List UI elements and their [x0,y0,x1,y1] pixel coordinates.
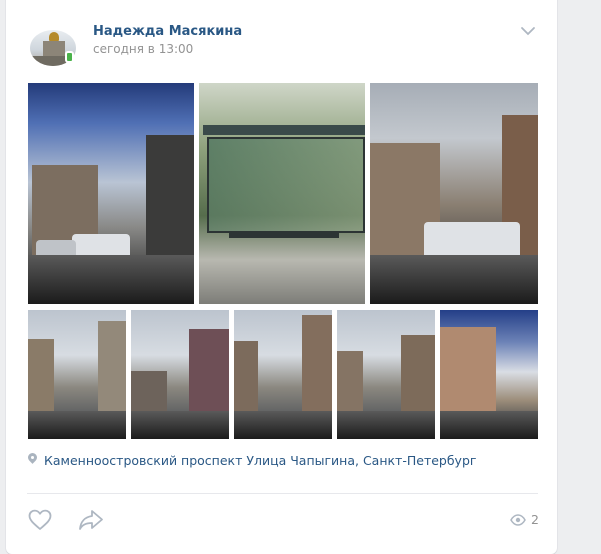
location-text[interactable]: Каменноостровский проспект Улица Чапыгин… [44,453,476,468]
photo-building [146,135,194,256]
photo-road [370,255,538,304]
photo-2[interactable] [199,83,365,304]
views-counter: 2 [510,512,539,527]
photo-bench [229,233,339,238]
photo-shelter-roof [203,125,365,135]
photo-building [401,334,435,411]
photo-road [337,410,435,439]
photo-road [28,410,126,439]
photo-road [28,255,194,304]
photo-4[interactable] [28,310,126,439]
photo-7[interactable] [337,310,435,439]
share-arrow-icon [79,510,103,530]
avatar-building [43,41,65,57]
photo-building [234,340,258,411]
photo-building [189,328,229,411]
avatar-dome [49,32,59,41]
post-time[interactable]: сегодня в 13:00 [93,42,193,56]
photo-8[interactable] [440,310,538,439]
share-button[interactable] [78,509,104,531]
eye-icon [510,513,526,526]
photo-shelter-glass [207,137,365,233]
photo-building [131,370,167,411]
photo-building [28,338,54,411]
photo-1[interactable] [28,83,194,304]
photo-3[interactable] [370,83,538,304]
map-pin-icon [27,453,38,467]
photo-road [234,410,332,439]
photo-road [440,410,538,439]
photo-building [98,320,126,411]
chevron-down-icon[interactable] [519,25,537,37]
author-name[interactable]: Надежда Масякина [93,24,242,39]
post-location[interactable]: Каменноостровский проспект Улица Чапыгин… [27,452,476,468]
mobile-online-icon [65,51,74,63]
photo-building [337,350,363,411]
like-button[interactable] [28,509,52,531]
photo-road [131,410,229,439]
photo-6[interactable] [234,310,332,439]
photo-building [440,326,496,411]
photo-5[interactable] [131,310,229,439]
photo-building [302,314,332,411]
divider [27,493,538,494]
heart-icon [28,509,52,530]
views-count: 2 [531,512,539,527]
